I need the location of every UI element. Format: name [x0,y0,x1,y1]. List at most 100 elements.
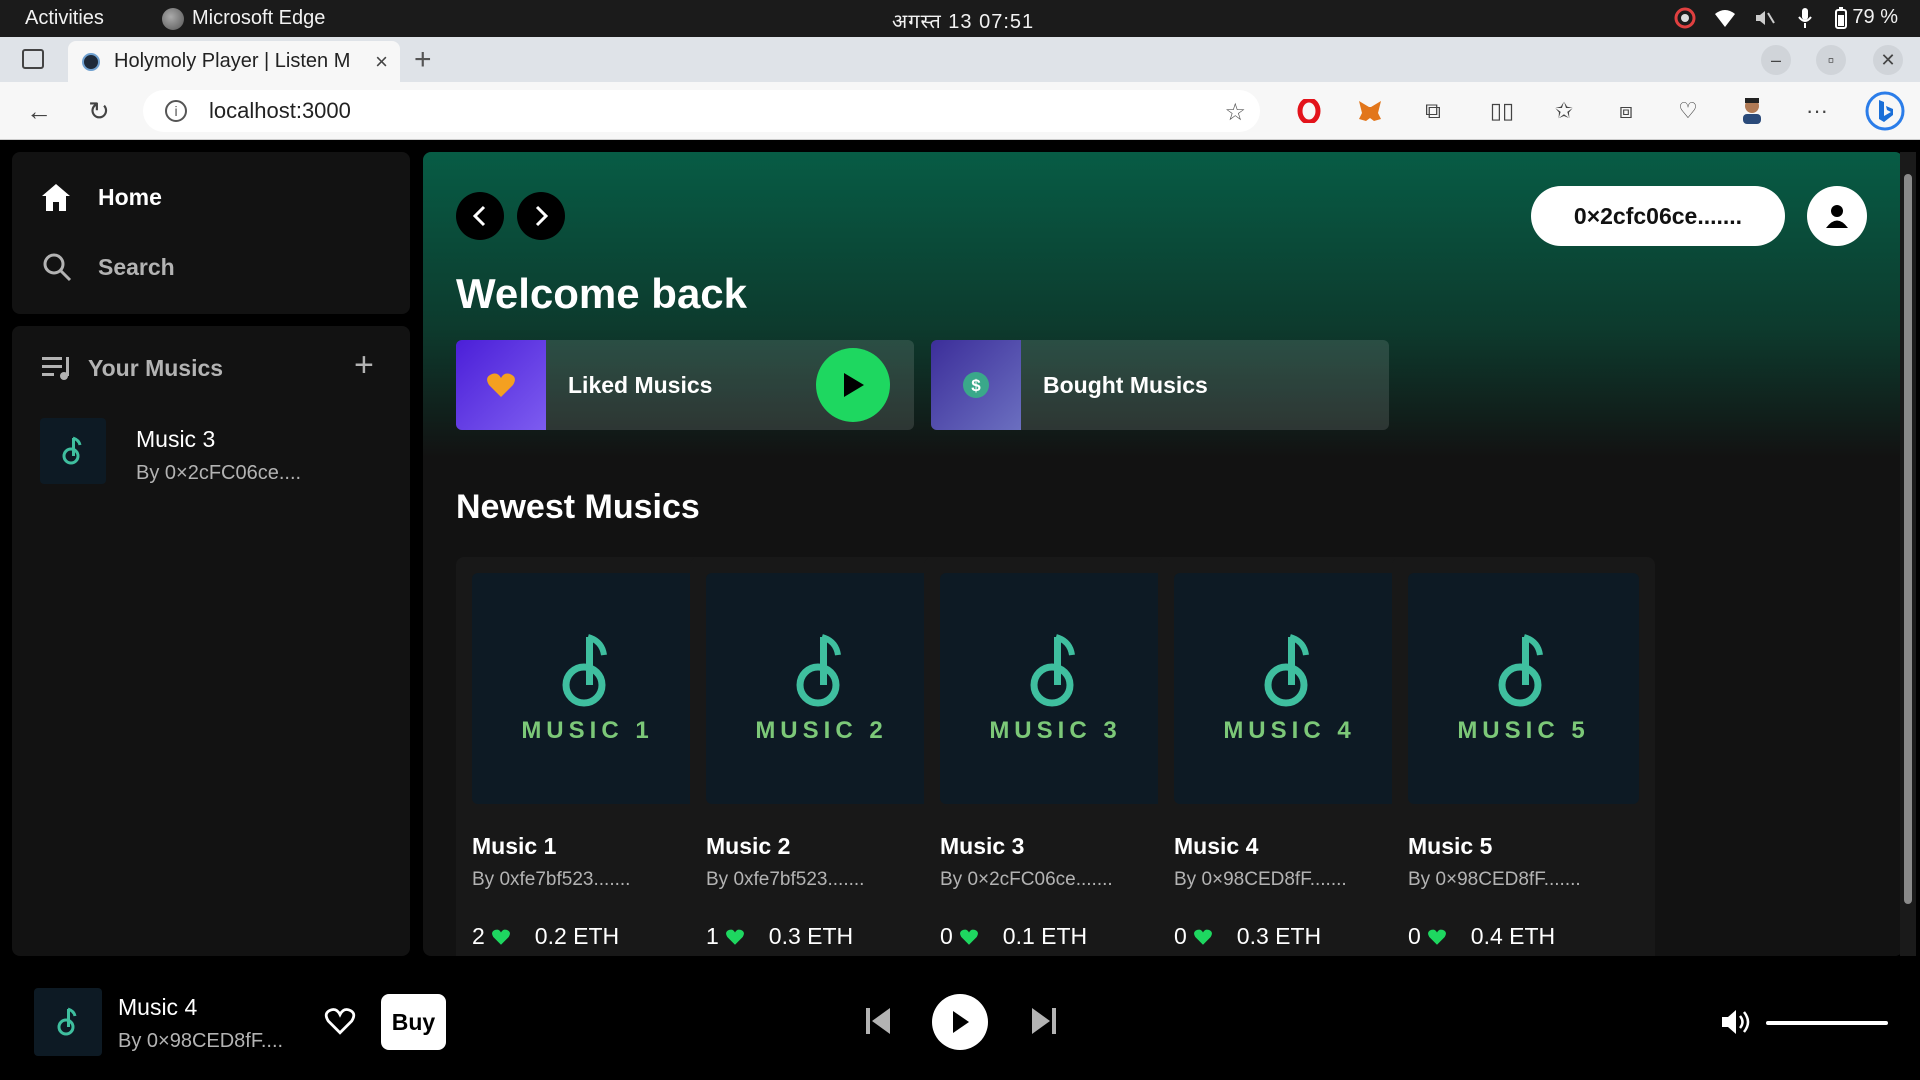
close-tab-icon[interactable]: × [375,49,388,75]
play-pause-button[interactable] [932,994,988,1050]
cover-text: MUSIC 4 [1223,716,1356,744]
like-button[interactable] [324,1006,356,1041]
music-artist: By 0×2cFC06ce....... [940,869,1113,890]
heart-icon [725,929,744,945]
music-note-icon [1498,633,1543,706]
price: 0.1 ETH [1002,923,1088,949]
music-card[interactable]: MUSIC 4 Music 4 By 0×98CED8fF....... 0 0… [1158,557,1421,956]
os-top-bar: Activities Microsoft Edge अगस्त 13 07:51… [0,0,1920,37]
library-item-title: Music 3 [136,426,216,452]
reload-icon[interactable]: ↻ [88,96,110,127]
system-tray[interactable]: 79 % [1674,6,1898,29]
scrollbar-thumb[interactable] [1904,174,1912,904]
like-count: 0 [1408,923,1421,949]
music-title: Music 5 [1408,833,1493,859]
like-count: 2 [472,923,485,949]
like-count: 1 [706,923,719,949]
library-item-artist: By 0×2cFC06ce.... [136,462,302,484]
volume-slider[interactable] [1766,1021,1888,1025]
browser-address-bar: ← ↻ i localhost:3000 ☆ ⧉ ▯▯ ✩ ⧈ ♡ ··· [0,82,1920,140]
metamask-extension-icon[interactable] [1356,97,1384,125]
music-card[interactable]: MUSIC 5 Music 5 By 0×98CED8fF....... 0 0… [1392,557,1655,956]
forward-nav-button[interactable] [517,192,565,240]
edge-icon [162,7,184,30]
back-nav-button[interactable] [456,192,504,240]
music-card[interactable]: MUSIC 3 Music 3 By 0×2cFC06ce....... 0 0… [924,557,1187,956]
previous-button[interactable] [864,1006,892,1041]
heart-icon [959,929,978,945]
sidebar-item-home[interactable]: Home [40,182,162,212]
music-cover: MUSIC 4 [1174,573,1405,804]
tab-actions-icon[interactable] [22,49,44,69]
bought-musics-card[interactable]: $ Bought Musics [931,340,1389,430]
main-scrollbar[interactable] [1900,152,1916,956]
close-window-icon[interactable]: ✕ [1873,45,1903,75]
browser-essentials-icon[interactable]: ♡ [1674,97,1702,125]
site-info-icon[interactable]: i [165,100,187,122]
music-stats: 0 0.4 ETH [1408,923,1555,950]
sidebar-nav: Home Search [12,152,410,314]
sidebar-item-search[interactable]: Search [42,252,175,282]
bought-musics-label: Bought Musics [1043,371,1208,398]
favorites-icon[interactable]: ✩ [1550,97,1578,125]
new-tab-icon[interactable]: + [414,43,432,77]
search-label: Search [98,253,175,280]
music-card[interactable]: MUSIC 1 Music 1 By 0xfe7bf523....... 2 0… [456,557,719,956]
cover-text: MUSIC 3 [989,716,1122,744]
music-card[interactable]: MUSIC 2 Music 2 By 0xfe7bf523....... 1 0… [690,557,953,956]
favorite-star-icon[interactable]: ☆ [1224,98,1246,127]
page-title: Welcome back [456,270,748,317]
back-icon[interactable]: ← [26,96,52,127]
opera-extension-icon[interactable] [1295,97,1323,125]
music-note-icon [796,633,841,706]
collections-icon[interactable]: ⧈ [1612,97,1640,125]
split-screen-icon[interactable]: ▯▯ [1488,97,1516,125]
heart-icon [491,929,510,945]
chevron-right-icon [535,205,549,227]
more-options-icon[interactable]: ··· [1803,97,1831,125]
music-title: Music 3 [940,833,1025,859]
library-item-cover [40,418,106,484]
browser-tab[interactable]: Holymoly Player | Listen M × [68,41,400,82]
music-stats: 2 0.2 ETH [472,923,619,950]
user-profile-button[interactable] [1807,186,1867,246]
sidebar-library: Your Musics + Music 3 By 0×2cFC06ce.... [12,326,410,956]
url-text: localhost:3000 [209,98,351,123]
svg-text:$: $ [971,376,981,395]
skip-previous-icon [866,1008,890,1034]
user-icon [1826,205,1848,228]
volume-icon [1722,1010,1750,1034]
liked-musics-card[interactable]: Liked Musics [456,340,914,430]
volume-button[interactable] [1720,1008,1752,1041]
buy-button[interactable]: Buy [381,994,446,1050]
clock[interactable]: अगस्त 13 07:51 [892,7,1034,34]
liked-musics-play-button[interactable] [816,348,890,422]
library-item[interactable]: Music 3 By 0×2cFC06ce.... [40,418,390,490]
extensions-puzzle-icon[interactable]: ⧉ [1419,97,1447,125]
cover-text: MUSIC 1 [521,716,654,744]
price: 0.2 ETH [534,923,620,949]
liked-musics-label: Liked Musics [568,371,713,398]
url-input[interactable]: i localhost:3000 ☆ [143,90,1260,132]
profile-avatar-icon[interactable] [1738,97,1766,125]
app-menu[interactable]: Microsoft Edge [162,7,325,30]
wallet-address-button[interactable]: 0×2cfc06ce....... [1531,186,1785,246]
app-name: Microsoft Edge [192,7,326,29]
now-playing-cover [34,988,102,1056]
activities-button[interactable]: Activities [25,7,104,30]
your-musics-header[interactable]: Your Musics [42,354,223,382]
bing-copilot-icon[interactable] [1864,90,1906,132]
maximize-icon[interactable]: ▫ [1816,45,1846,75]
chrome-indicator-icon [1674,7,1696,29]
music-title: Music 1 [472,833,557,859]
next-button[interactable] [1030,1006,1058,1041]
battery-icon [1835,6,1848,29]
add-music-icon[interactable]: + [354,346,374,385]
dollar-coin-icon: $ [963,372,989,398]
microphone-icon [1794,7,1816,29]
main-content: 0×2cfc06ce....... Welcome back Liked Mus… [423,152,1903,956]
music-note-icon [57,1007,77,1036]
minimize-icon[interactable]: – [1761,45,1791,75]
heart-icon [1427,929,1446,945]
chevron-left-icon [472,205,486,227]
